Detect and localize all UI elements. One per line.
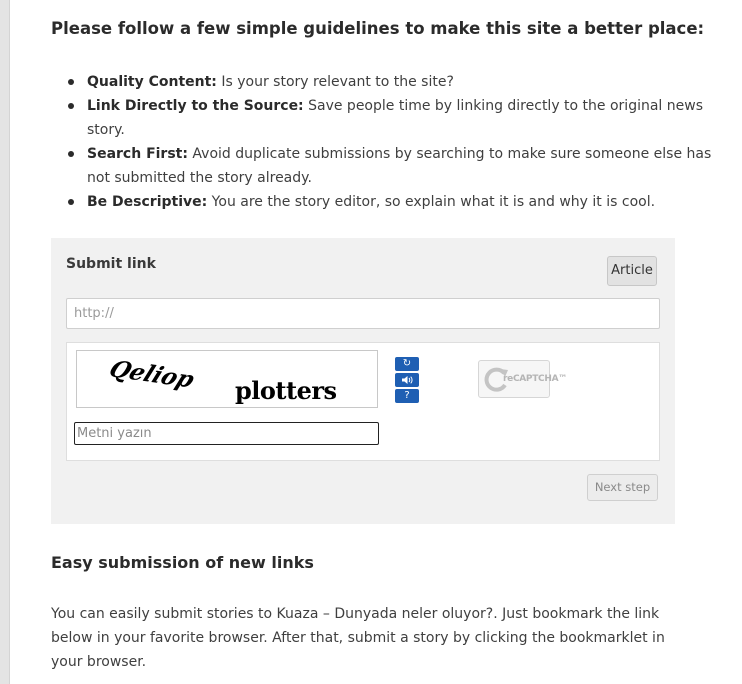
guideline-item: Link Directly to the Source: Save people… bbox=[68, 94, 717, 142]
easy-submission-heading: Easy submission of new links bbox=[51, 553, 314, 572]
audio-icon[interactable] bbox=[395, 373, 419, 387]
submit-link-panel: Submit link Article Qeliop plotters ↻ ? … bbox=[51, 238, 675, 524]
guidelines-list: Quality Content: Is your story relevant … bbox=[51, 70, 717, 214]
submit-link-title: Submit link bbox=[66, 256, 156, 272]
help-icon[interactable]: ? bbox=[395, 389, 419, 403]
captcha-word-distorted: Qeliop bbox=[105, 355, 199, 394]
guideline-text: Is your story relevant to the site? bbox=[216, 74, 454, 90]
guideline-text: You are the story editor, so explain wha… bbox=[207, 194, 656, 210]
guideline-title: Be Descriptive: bbox=[87, 194, 208, 210]
recaptcha-logo: reCAPTCHA™ bbox=[478, 360, 567, 398]
captcha-image: Qeliop plotters bbox=[76, 350, 378, 408]
recaptcha-logo-text: reCAPTCHA™ bbox=[503, 374, 567, 384]
next-step-button[interactable]: Next step bbox=[587, 474, 658, 501]
url-input[interactable] bbox=[66, 298, 660, 329]
captcha-word-plain: plotters bbox=[235, 376, 337, 405]
refresh-icon[interactable]: ↻ bbox=[395, 357, 419, 371]
captcha-widget: Qeliop plotters ↻ ? reCAPTCHA™ bbox=[66, 342, 660, 461]
guidelines-heading: Please follow a few simple guidelines to… bbox=[51, 19, 705, 38]
article-button[interactable]: Article bbox=[607, 256, 657, 286]
guideline-title: Quality Content: bbox=[87, 74, 217, 90]
captcha-response-input[interactable] bbox=[74, 422, 379, 445]
guideline-title: Link Directly to the Source: bbox=[87, 98, 304, 114]
guideline-item: Quality Content: Is your story relevant … bbox=[68, 70, 717, 94]
easy-submission-text: You can easily submit stories to Kuaza –… bbox=[51, 606, 665, 670]
guideline-item: Be Descriptive: You are the story editor… bbox=[68, 190, 717, 214]
guideline-title: Search First: bbox=[87, 146, 188, 162]
left-gutter bbox=[0, 0, 10, 684]
guideline-item: Search First: Avoid duplicate submission… bbox=[68, 142, 717, 190]
